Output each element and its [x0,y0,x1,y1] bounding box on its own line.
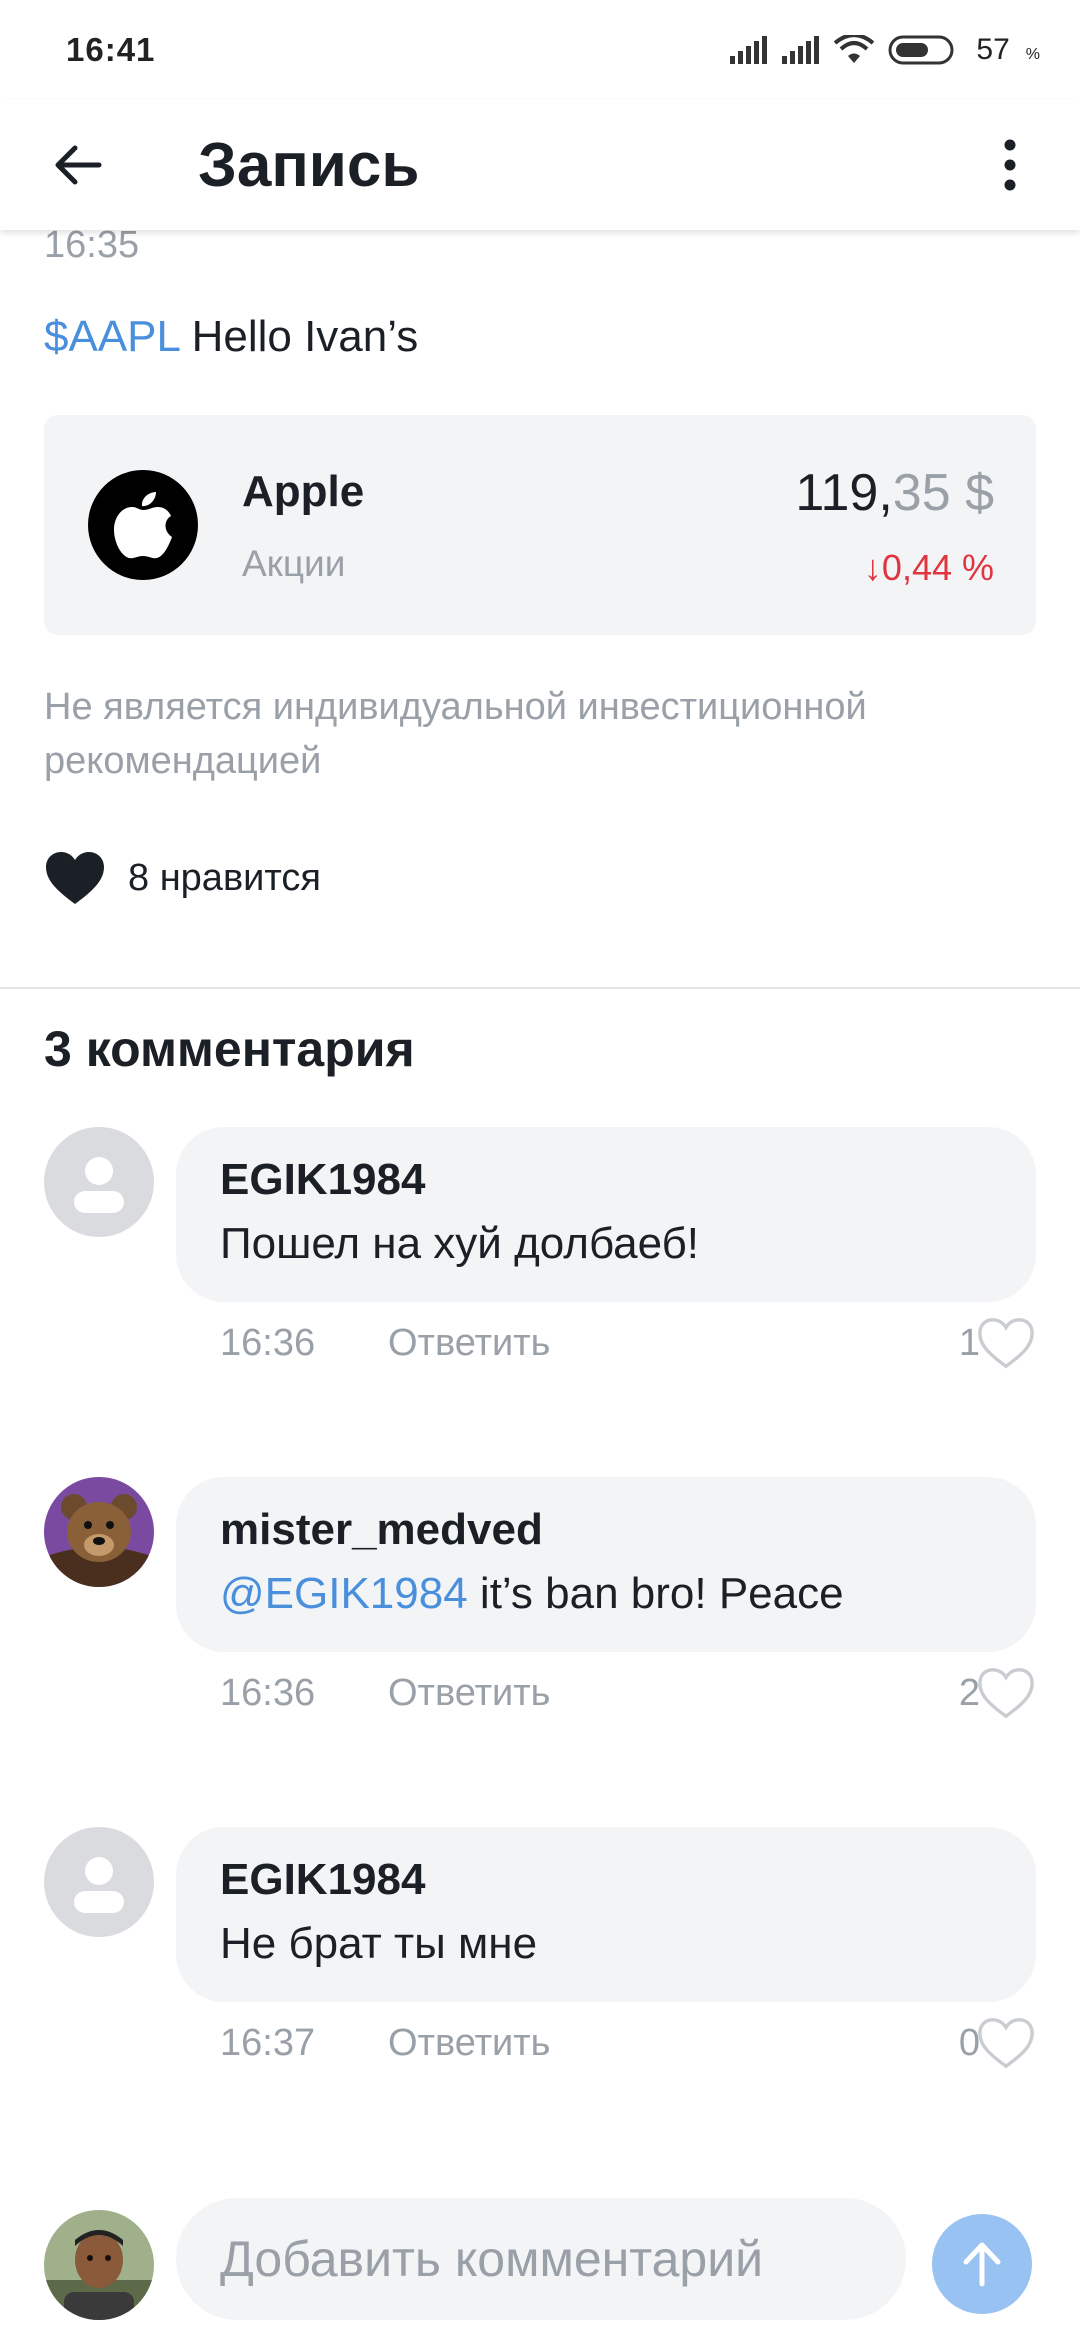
current-user-avatar[interactable] [44,2210,154,2320]
comments-header: 3 комментария [44,1021,415,1077]
stock-price-dec: 35 $ [892,464,994,522]
comment-item: mister_medved @EGIK1984 it’s ban bro! Pe… [0,1477,1080,1777]
comment-body: Пошел на хуй долбаеб! [220,1219,700,1268]
app-bar: Запись [0,100,1080,230]
send-button[interactable] [932,2214,1032,2314]
comment-time: 16:36 [220,1322,316,1364]
comment-text: @EGIK1984 it’s ban bro! Peace [220,1569,844,1619]
signal-icon [782,36,820,64]
comment-bubble: EGIK1984 Не брат ты мне [176,1827,1036,2002]
user-photo-icon [44,2210,154,2320]
reply-button[interactable]: Ответить [388,1672,550,1715]
ticker-link[interactable]: $AAPL [44,312,179,361]
comment-time: 16:36 [220,1672,316,1714]
comment-body: it’s ban bro! Peace [467,1569,844,1618]
comment-mention[interactable]: @EGIK1984 [220,1569,468,1618]
more-vertical-icon [1004,139,1016,191]
comment-body: Не брат ты мне [220,1919,538,1968]
comment-time: 16:37 [220,2022,316,2064]
comment-bubble: EGIK1984 Пошел на хуй долбаеб! [176,1127,1036,1302]
reply-button[interactable]: Ответить [388,1322,550,1365]
comment-author[interactable]: EGIK1984 [220,1855,425,1905]
post-body: Hello Ivan’s [179,312,419,361]
stock-change: ↓0,44 % [863,547,994,588]
status-icons: 57 % [730,33,1040,67]
heart-outline-icon[interactable] [976,1665,1036,1721]
arrow-left-icon [55,145,102,185]
comment-item: EGIK1984 Пошел на хуй долбаеб! 16:36 Отв… [0,1127,1080,1427]
stock-price-int: 119, [795,464,893,522]
status-bar: 16:41 57 % [0,0,1080,100]
page-title: Запись [198,130,420,200]
divider [0,987,1080,989]
comment-text: Не брат ты мне [220,1919,537,1969]
reply-button[interactable]: Ответить [388,2022,550,2065]
wifi-icon [834,35,875,63]
avatar[interactable] [44,1827,154,1937]
back-button[interactable] [38,125,118,205]
more-menu-button[interactable] [970,125,1050,205]
stock-price: 119,35 $ [795,463,994,523]
comment-item: EGIK1984 Не брат ты мне 16:37 Ответить 0 [0,1827,1080,2127]
battery-level: 57 [976,33,1010,66]
comment-input[interactable]: Добавить комментарий [176,2198,906,2320]
heart-filled-icon [46,852,104,904]
arrow-up-icon [963,2242,1001,2287]
stock-card[interactable]: Apple Акции 119,35 $ ↓0,44 % [44,415,1036,635]
heart-outline-icon[interactable] [976,2015,1036,2071]
disclaimer: Не является индивидуальной инвестиционно… [44,686,867,782]
comment-author[interactable]: mister_medved [220,1505,543,1555]
status-time: 16:41 [66,31,156,68]
avatar[interactable] [44,1127,154,1237]
bear-avatar-icon [44,1477,154,1587]
battery-unit: % [1025,46,1040,63]
user-placeholder-icon [74,1157,124,1213]
signal-icon [730,36,768,64]
post-text: $AAPL Hello Ivan’s [44,312,418,362]
comment-composer: Добавить комментарий [0,2180,1080,2340]
avatar[interactable] [44,1477,154,1587]
apple-logo-icon [88,470,198,580]
post-time: 16:35 [44,224,140,266]
likes-count: 8 нравится [128,856,321,899]
stock-type: Акции [242,543,346,584]
heart-outline-icon[interactable] [976,1315,1036,1371]
user-placeholder-icon [74,1857,124,1913]
comment-text: Пошел на хуй долбаеб! [220,1219,699,1269]
comment-author[interactable]: EGIK1984 [220,1155,425,1205]
post-like-button[interactable]: 8 нравится [44,850,321,906]
stock-name: Apple [242,467,365,516]
battery-icon [888,35,954,65]
comment-bubble: mister_medved @EGIK1984 it’s ban bro! Pe… [176,1477,1036,1652]
